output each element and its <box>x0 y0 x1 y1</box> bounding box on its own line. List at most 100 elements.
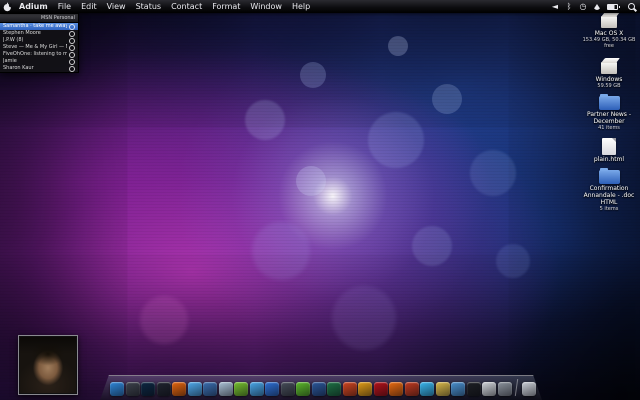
status-bubble-icon <box>69 45 75 51</box>
menu-edit[interactable]: Edit <box>76 0 102 13</box>
bokeh-light <box>368 112 424 168</box>
dock-entourage[interactable] <box>358 382 372 396</box>
dock <box>100 375 542 400</box>
desktop-icon-folder[interactable]: Partner News - December41 items <box>580 96 638 131</box>
dock-skype[interactable] <box>420 382 434 396</box>
buddy-list-header[interactable]: MSN Personal <box>0 14 78 23</box>
menu-items: AdiumFileEditViewStatusContactFormatWind… <box>14 0 315 13</box>
clock-icon[interactable]: ◷ <box>579 0 587 13</box>
bokeh-light <box>300 62 326 88</box>
dock-system-preferences[interactable] <box>498 382 512 396</box>
menu-file[interactable]: File <box>53 0 76 13</box>
contact-row[interactable]: J.P.W (8) <box>0 37 78 44</box>
status-bubble-icon <box>69 24 75 30</box>
file-icon <box>602 138 616 155</box>
menu-window[interactable]: Window <box>245 0 287 13</box>
desktop-icon-label: Windows <box>580 76 638 83</box>
status-bubble-icon <box>69 38 75 44</box>
menu-format[interactable]: Format <box>207 0 245 13</box>
menu-bar: AdiumFileEditViewStatusContactFormatWind… <box>0 0 640 13</box>
contact-row[interactable]: Sharon Kaur <box>0 65 78 72</box>
dock-coda[interactable] <box>296 382 310 396</box>
dock-acrobat[interactable] <box>374 382 388 396</box>
dock-quicktime[interactable] <box>281 382 295 396</box>
dock-word[interactable] <box>312 382 326 396</box>
dock-trash[interactable] <box>522 382 536 396</box>
dock-adium[interactable] <box>234 382 248 396</box>
spotlight-icon[interactable] <box>626 0 636 13</box>
dock-safari[interactable] <box>188 382 202 396</box>
buddy-list-rows: Samantha · take me awayStephen MooreJ.P.… <box>0 23 78 72</box>
menu-adium[interactable]: Adium <box>14 0 53 13</box>
status-bubble-icon <box>69 66 75 72</box>
bokeh-light <box>496 244 530 278</box>
dock-terminal[interactable] <box>467 382 481 396</box>
contact-name: Samantha · take me away <box>3 23 67 30</box>
dock-vlc[interactable] <box>389 382 403 396</box>
dock-cyberduck[interactable] <box>436 382 450 396</box>
apple-logo <box>3 2 12 12</box>
contact-name: Steve — Me & My Girl — Music <box>3 44 67 51</box>
dock-bridge[interactable] <box>157 382 171 396</box>
contact-name: J.P.W (8) <box>3 37 67 44</box>
photo-window[interactable] <box>18 335 78 395</box>
wifi-icon[interactable] <box>593 0 601 13</box>
desktop-icon-drive[interactable]: Mac OS X153.49 GB, 50.34 GB free <box>580 10 638 49</box>
dock-photoshop[interactable] <box>141 382 155 396</box>
dock-transmit[interactable] <box>451 382 465 396</box>
bokeh-light <box>332 286 396 350</box>
portrait-image <box>20 337 76 393</box>
desktop-icon-label: Mac OS X <box>580 30 638 37</box>
dock-itunes[interactable] <box>265 382 279 396</box>
contact-row[interactable]: Samantha · take me away <box>0 23 78 30</box>
menu-contact[interactable]: Contact <box>166 0 207 13</box>
dock-camino[interactable] <box>203 382 217 396</box>
buddy-list-window[interactable]: MSN Personal Samantha · take me awayStep… <box>0 13 79 73</box>
bokeh-light <box>432 84 462 114</box>
desktop-icons: Mac OS X153.49 GB, 50.34 GB freeWindows5… <box>580 10 638 212</box>
contact-name: Jamie <box>3 58 67 65</box>
menu-status[interactable]: Status <box>131 0 167 13</box>
bokeh-light <box>470 150 516 196</box>
status-bubble-icon <box>69 52 75 58</box>
bokeh-light <box>412 226 452 266</box>
desktop-wallpaper <box>0 0 640 400</box>
dock-textedit[interactable] <box>482 382 496 396</box>
contact-row[interactable]: Stephen Moore <box>0 30 78 37</box>
desktop-icon-label: plain.html <box>580 156 638 163</box>
desktop-icon-drive[interactable]: Windows59.59 GB <box>580 56 638 89</box>
apple-menu[interactable] <box>0 2 14 12</box>
dock-separator <box>515 379 518 396</box>
desktop-icon-detail: 153.49 GB, 50.34 GB free <box>580 37 638 49</box>
dock-dashboard[interactable] <box>126 382 140 396</box>
desktop-icon-folder[interactable]: Confirmation Annandale - .doc HTML5 item… <box>580 170 638 212</box>
bokeh-light <box>252 222 310 280</box>
desktop-icon-detail: 59.59 GB <box>580 83 638 89</box>
desktop-icon-label: Partner News - December <box>580 111 638 125</box>
contact-row[interactable]: FiveOhOne: listening to music <box>0 51 78 58</box>
folder-icon <box>599 170 620 184</box>
volume-icon[interactable]: ◄ <box>551 0 559 13</box>
dock-toast[interactable] <box>405 382 419 396</box>
menu-help[interactable]: Help <box>287 0 315 13</box>
contact-name: Stephen Moore <box>3 30 67 37</box>
dock-excel[interactable] <box>327 382 341 396</box>
status-bubble-icon <box>69 59 75 65</box>
battery-icon[interactable] <box>607 0 620 13</box>
dock-firefox[interactable] <box>172 382 186 396</box>
contact-row[interactable]: Jamie <box>0 58 78 65</box>
contact-row[interactable]: Steve — Me & My Girl — Music <box>0 44 78 51</box>
dock-mail[interactable] <box>219 382 233 396</box>
bluetooth-icon[interactable]: ᛒ <box>565 0 573 13</box>
desktop-icon-file[interactable]: plain.html <box>580 138 638 163</box>
dock-finder[interactable] <box>110 382 124 396</box>
contact-name: FiveOhOne: listening to music <box>3 51 67 58</box>
drive-icon <box>598 56 620 75</box>
contact-name: Sharon Kaur <box>3 65 67 72</box>
bokeh-light <box>245 100 285 140</box>
menu-view[interactable]: View <box>102 0 131 13</box>
bokeh-light <box>388 36 408 56</box>
desktop-icon-detail: 5 items <box>580 206 638 212</box>
dock-ichat[interactable] <box>250 382 264 396</box>
dock-powerpoint[interactable] <box>343 382 357 396</box>
